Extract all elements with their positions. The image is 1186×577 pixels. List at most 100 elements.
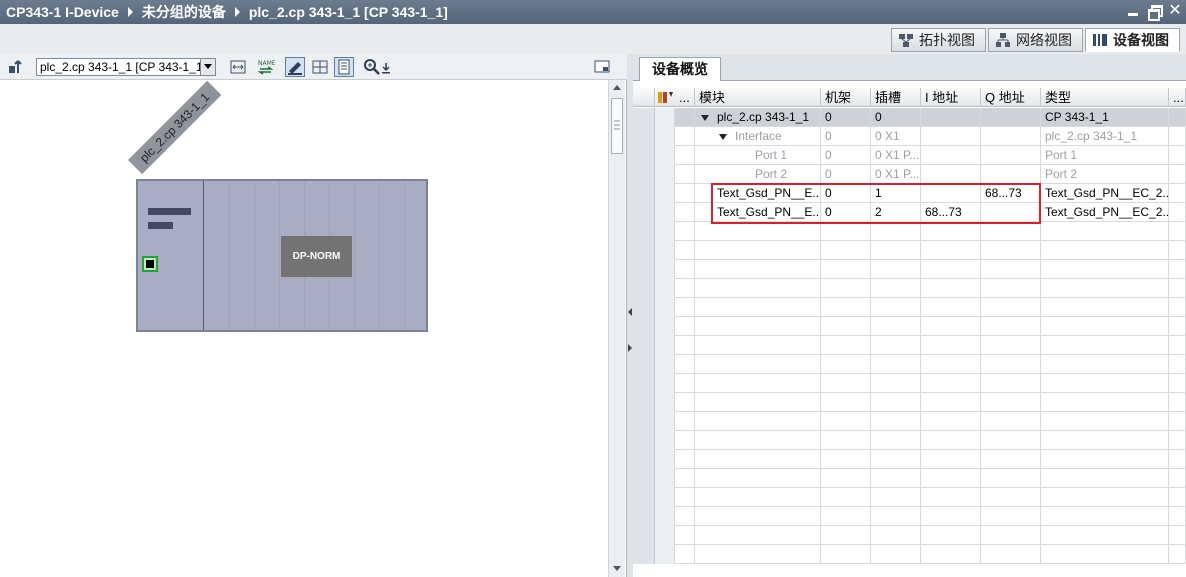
cell-slot[interactable] — [871, 450, 921, 469]
row-header[interactable] — [633, 222, 655, 241]
cell-module[interactable] — [695, 317, 821, 336]
cell-i-address[interactable] — [921, 184, 981, 203]
cell-rack[interactable]: 0 — [821, 127, 871, 146]
cell-slot[interactable]: 0 X1 P... — [871, 146, 921, 165]
cell-i-address[interactable] — [921, 222, 981, 241]
row-header[interactable] — [633, 108, 655, 127]
cell-module[interactable] — [695, 431, 821, 450]
cell-q-address[interactable] — [981, 241, 1041, 260]
cell-i-address[interactable] — [921, 260, 981, 279]
cell-rack[interactable] — [821, 526, 871, 545]
page-break-icon[interactable] — [334, 57, 354, 77]
cell-slot[interactable] — [871, 507, 921, 526]
cell-module[interactable] — [695, 241, 821, 260]
cell-type[interactable] — [1041, 469, 1169, 488]
cell-i-address[interactable] — [921, 393, 981, 412]
row-header[interactable] — [633, 526, 655, 545]
cell-q-address[interactable] — [981, 507, 1041, 526]
cell-q-address[interactable] — [981, 298, 1041, 317]
cell-q-address[interactable] — [981, 127, 1041, 146]
cell-type[interactable] — [1041, 545, 1169, 564]
row-header[interactable] — [633, 184, 655, 203]
cell-rack[interactable] — [821, 488, 871, 507]
cell-i-address[interactable] — [921, 165, 981, 184]
cell-module[interactable]: plc_2.cp 343-1_1 — [695, 108, 821, 127]
cell-rack[interactable] — [821, 222, 871, 241]
cell-i-address[interactable] — [921, 108, 981, 127]
breadcrumb-group[interactable]: 未分组的设备 — [142, 2, 226, 22]
vertical-scrollbar[interactable] — [608, 80, 625, 577]
cell-i-address[interactable] — [921, 279, 981, 298]
row-header[interactable] — [633, 469, 655, 488]
cell-q-address[interactable] — [981, 336, 1041, 355]
row-header[interactable] — [633, 241, 655, 260]
expand-triangle-icon[interactable] — [701, 114, 709, 121]
cell-slot[interactable] — [871, 317, 921, 336]
table-row[interactable] — [633, 279, 1186, 298]
column-header-slot[interactable]: 插槽 — [871, 88, 921, 107]
grid-toggle-icon[interactable] — [310, 57, 330, 77]
cell-module[interactable] — [695, 279, 821, 298]
cell-type[interactable]: Text_Gsd_PN__EC_2... — [1041, 203, 1169, 222]
cell-slot[interactable] — [871, 279, 921, 298]
cell-type[interactable]: Port 1 — [1041, 146, 1169, 165]
cell-i-address[interactable] — [921, 507, 981, 526]
cell-rack[interactable]: 0 — [821, 203, 871, 222]
row-header[interactable] — [633, 260, 655, 279]
row-header[interactable] — [633, 165, 655, 184]
cell-type[interactable] — [1041, 431, 1169, 450]
table-row[interactable] — [633, 545, 1186, 564]
collapse-right-icon[interactable] — [628, 344, 632, 352]
cell-type[interactable] — [1041, 222, 1169, 241]
scroll-down-icon[interactable] — [609, 561, 625, 577]
cell-module[interactable]: Text_Gsd_PN__E... — [695, 184, 821, 203]
collapse-left-icon[interactable] — [628, 308, 632, 316]
breadcrumb-project[interactable]: CP343-1 I-Device — [6, 4, 119, 20]
row-header[interactable] — [633, 336, 655, 355]
cell-q-address[interactable] — [981, 488, 1041, 507]
cell-i-address[interactable] — [921, 469, 981, 488]
cell-module[interactable] — [695, 260, 821, 279]
cell-q-address[interactable] — [981, 412, 1041, 431]
row-header[interactable] — [633, 507, 655, 526]
cell-rack[interactable] — [821, 412, 871, 431]
row-header[interactable] — [633, 450, 655, 469]
table-row[interactable] — [633, 260, 1186, 279]
row-header[interactable] — [633, 203, 655, 222]
table-row[interactable] — [633, 317, 1186, 336]
cell-rack[interactable] — [821, 507, 871, 526]
cell-rack[interactable] — [821, 393, 871, 412]
cell-q-address[interactable] — [981, 355, 1041, 374]
cell-q-address[interactable] — [981, 279, 1041, 298]
cell-type[interactable] — [1041, 336, 1169, 355]
breadcrumb-device[interactable]: plc_2.cp 343-1_1 [CP 343-1_1] — [249, 4, 448, 20]
cell-module[interactable] — [695, 545, 821, 564]
cell-type[interactable]: plc_2.cp 343-1_1 — [1041, 127, 1169, 146]
cell-rack[interactable] — [821, 336, 871, 355]
download-icon[interactable] — [379, 57, 393, 77]
cell-i-address[interactable] — [921, 488, 981, 507]
table-row[interactable]: Port 2 0 0 X1 P... Port 2 — [633, 165, 1186, 184]
tab-network-view[interactable]: 网络视图 — [988, 28, 1083, 52]
row-header[interactable] — [633, 279, 655, 298]
table-row[interactable] — [633, 488, 1186, 507]
tab-topology-view[interactable]: 拓扑视图 — [891, 28, 986, 52]
cell-slot[interactable] — [871, 526, 921, 545]
cell-slot[interactable] — [871, 488, 921, 507]
cell-slot[interactable] — [871, 336, 921, 355]
row-header[interactable] — [633, 127, 655, 146]
cell-slot[interactable] — [871, 374, 921, 393]
cell-q-address[interactable] — [981, 526, 1041, 545]
restore-icon[interactable] — [1147, 4, 1163, 21]
table-row[interactable]: Interface 0 0 X1 plc_2.cp 343-1_1 — [633, 127, 1186, 146]
cell-module[interactable] — [695, 298, 821, 317]
device-canvas[interactable]: plc_2.cp 343-1_1 DP-NORM — [0, 80, 607, 577]
rack[interactable]: DP-NORM — [136, 179, 428, 332]
cell-type[interactable] — [1041, 374, 1169, 393]
cell-rack[interactable] — [821, 241, 871, 260]
cell-q-address[interactable] — [981, 431, 1041, 450]
cell-i-address[interactable] — [921, 450, 981, 469]
overview-navigation-icon[interactable] — [592, 57, 612, 77]
cell-i-address[interactable] — [921, 241, 981, 260]
table-row[interactable] — [633, 412, 1186, 431]
